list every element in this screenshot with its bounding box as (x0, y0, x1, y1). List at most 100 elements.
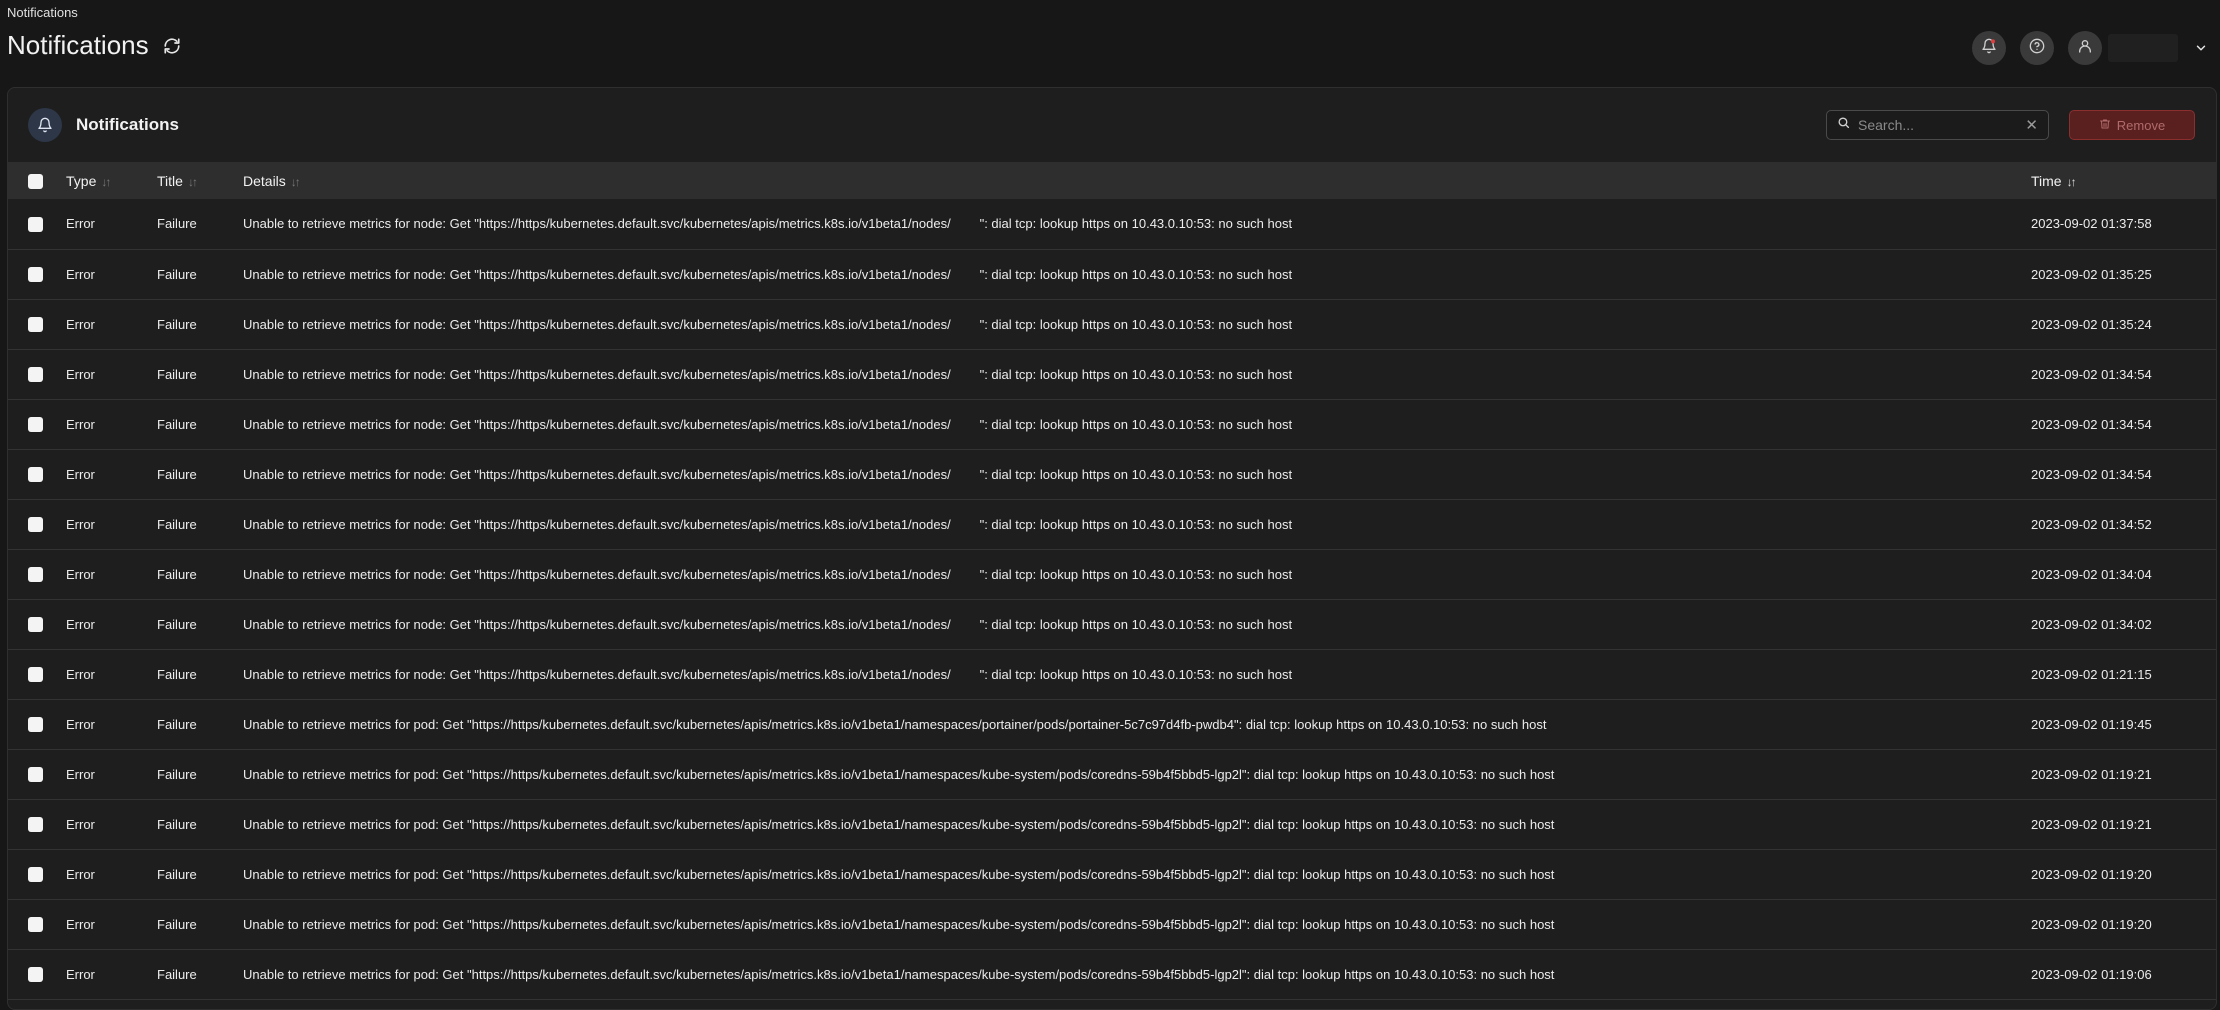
user-toolbar (1972, 31, 2210, 65)
cell-time: 2023-09-02 01:34:54 (2031, 466, 2152, 482)
panel-title: Notifications (76, 115, 179, 134)
cell-details: Unable to retrieve metrics for node: Get… (243, 266, 1293, 282)
cell-type: Error (66, 816, 95, 832)
cell-details: Unable to retrieve metrics for node: Get… (243, 566, 1293, 582)
table-row[interactable]: Error Failure Unable to retrieve metrics f… (8, 899, 2216, 949)
table-row[interactable]: Error Failure Unable to retrieve metrics f… (8, 449, 2216, 499)
row-checkbox[interactable] (28, 517, 43, 533)
cell-details: Unable to retrieve metrics for node: Get… (243, 416, 1293, 432)
cell-time: 2023-09-02 01:19:21 (2031, 816, 2152, 832)
cell-type: Error (66, 566, 95, 582)
cell-title: Failure (157, 766, 197, 782)
page-title: Notifications (7, 30, 149, 60)
cell-type: Error (66, 666, 95, 682)
row-checkbox[interactable] (28, 216, 43, 232)
row-checkbox[interactable] (28, 417, 43, 433)
row-checkbox[interactable] (28, 567, 43, 583)
sort-icon: ↓↑ (101, 174, 111, 189)
row-checkbox[interactable] (28, 717, 43, 733)
cell-title: Failure (157, 366, 197, 382)
table-body: Error Failure Unable to retrieve metrics f… (8, 199, 2216, 999)
table-row[interactable]: Error Failure Unable to retrieve metrics f… (8, 399, 2216, 449)
cell-time: 2023-09-02 01:19:45 (2031, 716, 2152, 732)
sort-icon: ↓↑ (187, 174, 198, 189)
cell-type: Error (66, 466, 95, 482)
cell-type: Error (66, 916, 95, 932)
cell-title: Failure (157, 716, 197, 732)
cell-type: Error (66, 766, 95, 782)
table-row[interactable]: Error Failure Unable to retrieve metrics f… (8, 949, 2216, 999)
cell-type: Error (66, 866, 95, 882)
row-checkbox[interactable] (28, 817, 43, 833)
bell-icon (1981, 38, 1997, 59)
row-checkbox[interactable] (28, 467, 43, 483)
table-row[interactable]: Error Failure Unable to retrieve metrics f… (8, 799, 2216, 849)
select-all-checkbox[interactable] (28, 173, 43, 189)
cell-time: 2023-09-02 01:37:58 (2031, 216, 2152, 232)
sort-icon: ↓↑ (290, 174, 301, 189)
row-checkbox[interactable] (28, 767, 43, 783)
search-icon (1837, 116, 1850, 134)
row-checkbox[interactable] (28, 967, 43, 983)
row-checkbox[interactable] (28, 867, 43, 883)
panel-header: Notifications ✕ Remove (8, 88, 2216, 162)
column-header-time[interactable]: Time ↓↑ (2031, 162, 2216, 199)
cell-details: Unable to retrieve metrics for node: Get… (243, 666, 1293, 682)
cell-time: 2023-09-02 01:19:21 (2031, 766, 2152, 782)
table-row[interactable]: Error Failure Unable to retrieve metrics f… (8, 249, 2216, 299)
column-header-title[interactable]: Title ↓↑ (157, 162, 243, 199)
table-row[interactable]: Error Failure Unable to retrieve metrics f… (8, 599, 2216, 649)
table-row[interactable]: Error Failure Unable to retrieve metrics f… (8, 649, 2216, 699)
cell-time: 2023-09-02 01:34:04 (2031, 566, 2152, 582)
search-box[interactable]: ✕ (1826, 110, 2049, 140)
user-avatar-button[interactable] (2068, 31, 2102, 65)
chevron-down-icon[interactable] (2192, 39, 2210, 57)
close-icon[interactable]: ✕ (2025, 116, 2038, 134)
table-row[interactable]: Error Failure Unable to retrieve metrics f… (8, 499, 2216, 549)
table-row[interactable]: Error Failure Unable to retrieve metrics f… (8, 299, 2216, 349)
cell-time: 2023-09-02 01:34:54 (2031, 366, 2152, 382)
cell-details: Unable to retrieve metrics for pod: Get … (243, 866, 1555, 882)
row-checkbox[interactable] (28, 617, 43, 633)
cell-details: Unable to retrieve metrics for node: Get… (243, 616, 1293, 632)
remove-button[interactable]: Remove (2069, 110, 2195, 140)
cell-type: Error (66, 416, 95, 432)
column-header-details[interactable]: Details ↓↑ (243, 162, 2031, 199)
cell-type: Error (66, 366, 95, 382)
row-checkbox[interactable] (28, 317, 43, 333)
cell-time: 2023-09-02 01:34:52 (2031, 516, 2152, 532)
table-row[interactable]: Error Failure Unable to retrieve metrics f… (8, 749, 2216, 799)
table-row[interactable]: Error Failure Unable to retrieve metrics f… (8, 699, 2216, 749)
notifications-table: Type ↓↑ Title ↓↑ Details ↓↑ Time ↓↑ Error Fai… (8, 162, 2216, 1000)
username-redacted[interactable] (2108, 34, 2178, 62)
row-checkbox[interactable] (28, 267, 43, 283)
table-row[interactable]: Error Failure Unable to retrieve metrics f… (8, 199, 2216, 249)
notifications-button[interactable] (1972, 31, 2006, 65)
user-icon (2077, 38, 2093, 59)
cell-title: Failure (157, 566, 197, 582)
breadcrumb: Notifications (7, 5, 78, 20)
remove-label: Remove (2116, 117, 2166, 133)
row-checkbox[interactable] (28, 367, 43, 383)
cell-details: Unable to retrieve metrics for node: Get… (243, 516, 1293, 532)
refresh-icon[interactable] (163, 35, 185, 57)
cell-title: Failure (157, 316, 197, 332)
row-checkbox[interactable] (28, 917, 43, 933)
notifications-panel: Notifications ✕ Remove Type↓↑ Titl (7, 87, 2217, 1010)
help-button[interactable] (2020, 31, 2054, 65)
cell-title: Failure (157, 666, 197, 682)
cell-time: 2023-09-02 01:19:06 (2031, 966, 2152, 982)
table-row[interactable]: Error Failure Unable to retrieve metrics f… (8, 849, 2216, 899)
table-row[interactable]: Error Failure Unable to retrieve metrics f… (8, 349, 2216, 399)
table-row[interactable]: Error Failure Unable to retrieve metrics f… (8, 549, 2216, 599)
cell-title: Failure (157, 816, 197, 832)
cell-details: Unable to retrieve metrics for pod: Get … (243, 916, 1555, 932)
page-header: Notifications (7, 30, 185, 61)
cell-title: Failure (157, 266, 197, 282)
cell-details: Unable to retrieve metrics for node: Get… (243, 216, 1293, 232)
column-header-type[interactable]: Type ↓↑ (66, 162, 157, 199)
help-icon (2029, 38, 2045, 59)
search-input[interactable] (1856, 116, 2020, 134)
cell-title: Failure (157, 216, 197, 232)
row-checkbox[interactable] (28, 667, 43, 683)
